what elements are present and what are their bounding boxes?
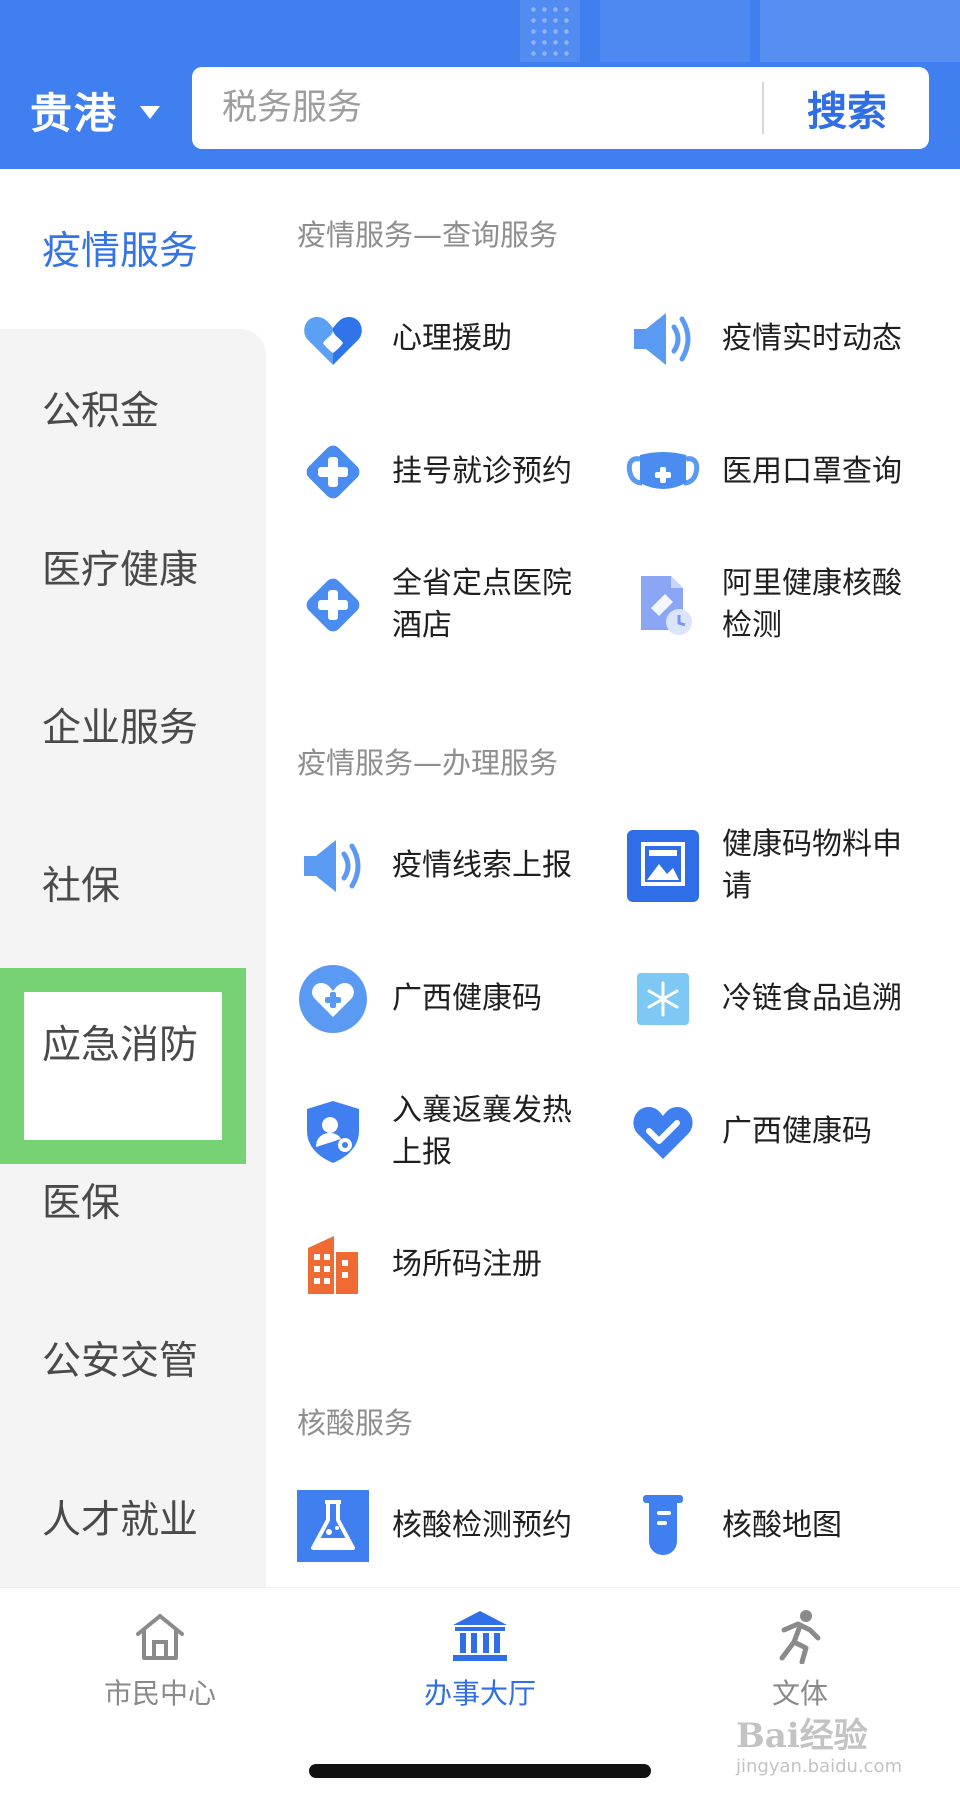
medical-cross-icon bbox=[296, 435, 370, 509]
service-guangxi-health-code-1[interactable]: 广西健康码 bbox=[266, 944, 596, 1054]
nav-label: 办事大厅 bbox=[423, 1677, 536, 1710]
header-decoration bbox=[600, 0, 750, 62]
service-label: 场所码注册 bbox=[392, 1247, 542, 1282]
sidebar-item-medical-health[interactable]: 医疗健康 bbox=[0, 488, 266, 646]
service-nucleic-map[interactable]: 核酸地图 bbox=[596, 1471, 926, 1581]
sidebar-item-medical-insurance[interactable]: 医保 bbox=[0, 1121, 266, 1279]
service-clue-report[interactable]: 疫情线索上报 bbox=[266, 811, 596, 921]
speaker-icon bbox=[296, 829, 370, 903]
heart-plus-icon bbox=[296, 962, 370, 1036]
face-mask-icon bbox=[626, 435, 700, 509]
category-sidebar: 疫情服务 公积金 医疗健康 企业服务 社保 应急消防 医保 公安交管 人才就业 bbox=[0, 169, 266, 1587]
speaker-icon bbox=[626, 302, 700, 376]
service-psych-aid[interactable]: 心理援助 bbox=[266, 284, 596, 394]
sidebar-item-housing-fund[interactable]: 公积金 bbox=[0, 329, 266, 487]
search-box: 搜索 bbox=[192, 67, 929, 149]
header-decoration bbox=[528, 4, 572, 58]
test-tube-icon bbox=[626, 1489, 700, 1563]
test-report-clock-icon bbox=[626, 568, 700, 642]
service-venue-code-register[interactable]: 场所码注册 bbox=[266, 1210, 596, 1320]
snowflake-icon bbox=[626, 962, 700, 1036]
watermark-url: jingyan.baidu.com bbox=[736, 1756, 903, 1777]
service-label: 入襄返襄发热上报 bbox=[392, 1093, 572, 1170]
service-ali-nucleic-test[interactable]: 阿里健康核酸检测 bbox=[596, 550, 926, 660]
service-content: 疫情服务—查询服务 心理援助 疫情实时动态 挂号就诊预约 医用口罩查询 全省定点… bbox=[266, 169, 960, 1587]
section-title: 疫情服务—办理服务 bbox=[297, 746, 559, 780]
picture-frame-icon bbox=[626, 829, 700, 903]
section-title: 疫情服务—查询服务 bbox=[297, 218, 559, 252]
search-input[interactable] bbox=[222, 88, 742, 128]
heart-check-icon bbox=[626, 1095, 700, 1169]
section-title: 核酸服务 bbox=[297, 1406, 414, 1440]
watermark-brand: Bai经验 bbox=[736, 1716, 868, 1756]
home-icon bbox=[130, 1608, 190, 1664]
sidebar-item-talent-employment[interactable]: 人才就业 bbox=[0, 1438, 266, 1596]
city-selector[interactable]: 贵港 bbox=[30, 80, 161, 141]
header-decoration bbox=[760, 0, 960, 62]
service-label: 核酸检测预约 bbox=[392, 1508, 572, 1543]
sidebar-item-enterprise[interactable]: 企业服务 bbox=[0, 646, 266, 804]
nav-label: 市民中心 bbox=[103, 1677, 216, 1710]
service-mask-query[interactable]: 医用口罩查询 bbox=[596, 417, 926, 527]
service-designated-hospital[interactable]: 全省定点医院酒店 bbox=[266, 550, 596, 660]
service-label: 医用口罩查询 bbox=[722, 454, 902, 489]
service-label: 广西健康码 bbox=[722, 1114, 872, 1149]
building-icon bbox=[296, 1228, 370, 1302]
baidu-watermark: Bai经验 jingyan.baidu.com bbox=[736, 1708, 936, 1788]
top-header: 贵港 搜索 bbox=[0, 0, 960, 169]
heart-hands-icon bbox=[296, 302, 370, 376]
sidebar-item-public-security[interactable]: 公安交管 bbox=[0, 1279, 266, 1437]
city-name: 贵港 bbox=[30, 89, 119, 138]
service-label: 广西健康码 bbox=[392, 981, 542, 1016]
service-label: 核酸地图 bbox=[722, 1508, 842, 1543]
service-label: 健康码物料申请 bbox=[722, 827, 902, 904]
service-health-code-material[interactable]: 健康码物料申请 bbox=[596, 811, 926, 921]
service-label: 疫情线索上报 bbox=[392, 848, 572, 883]
nav-service-hall[interactable]: 办事大厅 bbox=[370, 1608, 590, 1718]
service-label: 挂号就诊预约 bbox=[392, 454, 572, 489]
sidebar-item-emergency-fire[interactable]: 应急消防 bbox=[0, 963, 266, 1121]
home-indicator[interactable] bbox=[309, 1764, 651, 1778]
medical-cross-icon bbox=[296, 568, 370, 642]
service-guangxi-health-code-2[interactable]: 广西健康码 bbox=[596, 1077, 926, 1187]
service-fever-report[interactable]: 入襄返襄发热上报 bbox=[266, 1077, 596, 1187]
running-person-icon bbox=[770, 1608, 830, 1664]
service-label: 阿里健康核酸检测 bbox=[722, 566, 902, 643]
government-hall-icon bbox=[450, 1608, 510, 1664]
service-register-appointment[interactable]: 挂号就诊预约 bbox=[266, 417, 596, 527]
service-label: 全省定点医院酒店 bbox=[392, 566, 572, 643]
search-button[interactable]: 搜索 bbox=[765, 67, 929, 149]
service-label: 疫情实时动态 bbox=[722, 321, 902, 356]
search-divider bbox=[762, 82, 764, 134]
sidebar-item-epidemic[interactable]: 疫情服务 bbox=[0, 169, 266, 327]
shield-user-icon bbox=[296, 1095, 370, 1169]
service-epidemic-dynamics[interactable]: 疫情实时动态 bbox=[596, 284, 926, 394]
bottom-navigation: 市民中心 办事大厅 文体 Bai经验 jingyan.baidu.com bbox=[0, 1587, 960, 1803]
service-cold-chain-trace[interactable]: 冷链食品追溯 bbox=[596, 944, 926, 1054]
nav-culture-sports[interactable]: 文体 bbox=[690, 1608, 910, 1718]
service-label: 心理援助 bbox=[392, 321, 512, 356]
flask-icon bbox=[296, 1489, 370, 1563]
service-nucleic-test-appointment[interactable]: 核酸检测预约 bbox=[266, 1471, 596, 1581]
service-label: 冷链食品追溯 bbox=[722, 981, 902, 1016]
nav-label: 文体 bbox=[771, 1677, 828, 1710]
caret-down-icon bbox=[140, 106, 161, 119]
nav-citizen-center[interactable]: 市民中心 bbox=[50, 1608, 270, 1718]
sidebar-item-social-security[interactable]: 社保 bbox=[0, 804, 266, 962]
